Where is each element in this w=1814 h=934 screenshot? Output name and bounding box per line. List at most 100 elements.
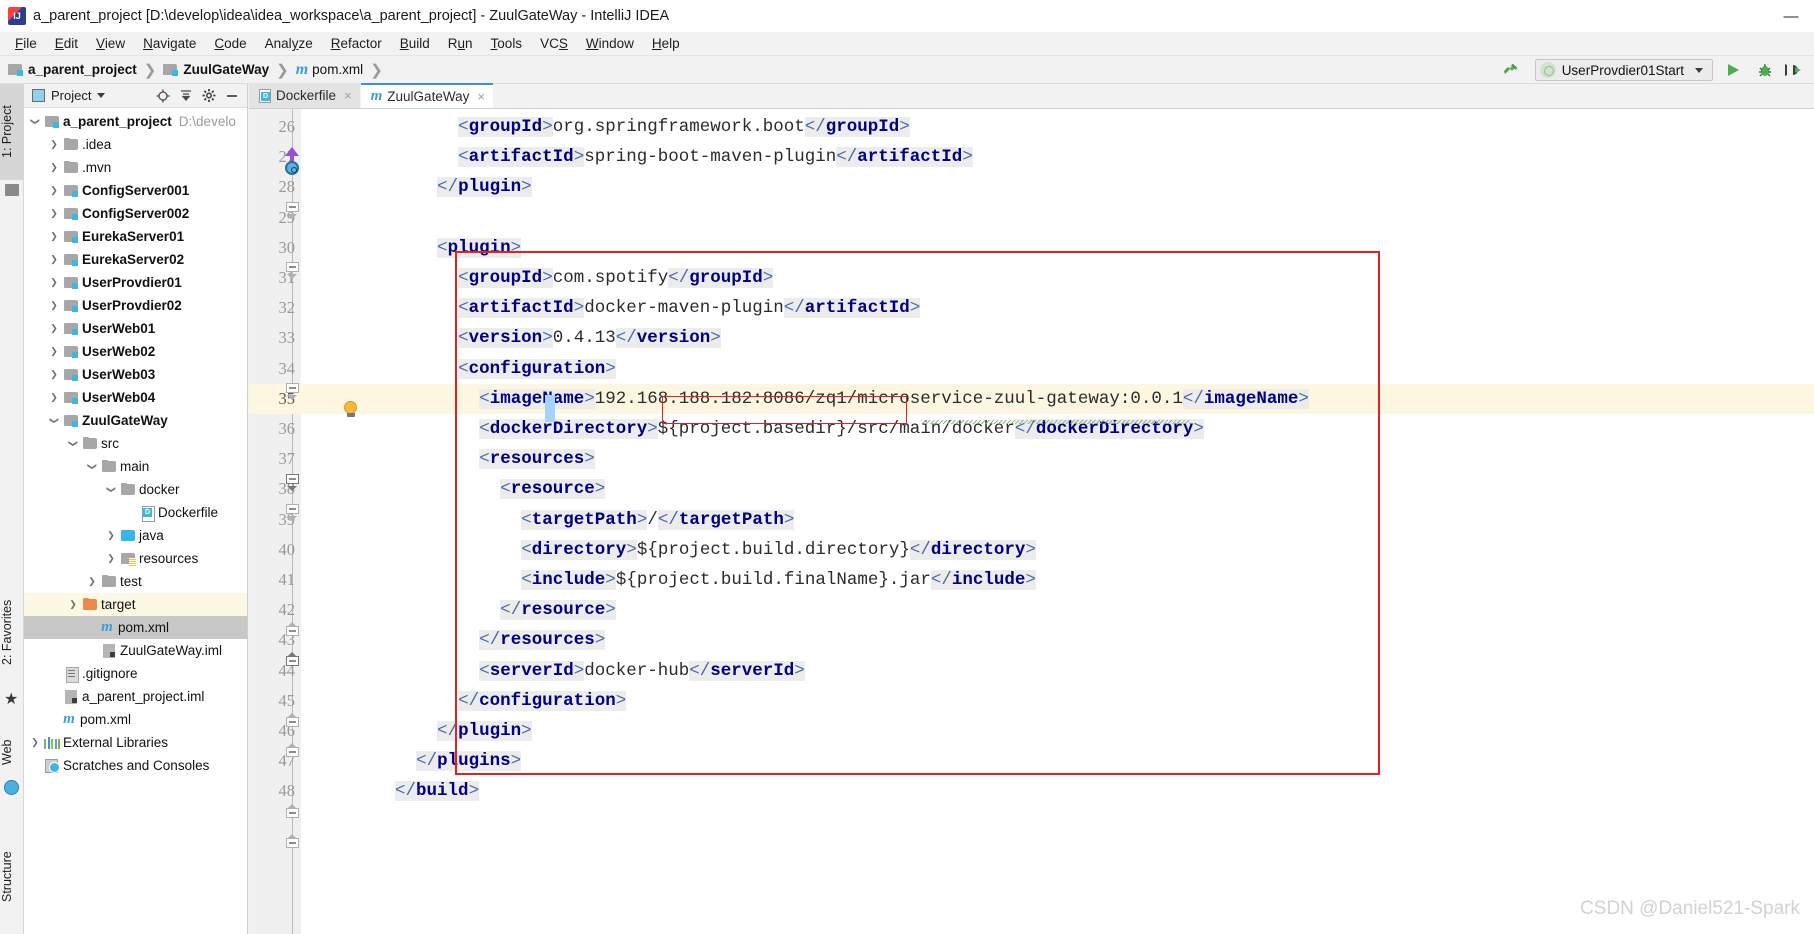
code-line-45[interactable]: </configuration> [458,686,627,716]
tree-twisty-right-icon[interactable] [47,230,61,244]
close-icon[interactable]: × [344,88,352,103]
tool-window-tab-web[interactable]: Web [0,724,24,780]
tree-node-pom-xml[interactable]: m pom.xml [24,708,247,731]
tree-twisty-right-icon[interactable] [47,322,61,336]
menu-item-window[interactable]: Window [577,34,643,53]
tree-node-userweb03[interactable]: UserWeb03 [24,363,247,386]
tree-node-resources[interactable]: resources [24,547,247,570]
code-line-43[interactable]: </resources> [479,625,606,655]
code-line-41[interactable]: <include>${project.build.finalName}.jar<… [521,565,1036,595]
code-line-44[interactable]: <serverId>docker-hub</serverId> [479,656,805,686]
code-line-27[interactable]: <artifactId>spring-boot-maven-plugin</ar… [458,142,973,172]
run-icon[interactable] [1719,62,1747,78]
menu-item-refactor[interactable]: Refactor [322,34,391,53]
menu-item-view[interactable]: View [87,34,134,53]
menu-item-code[interactable]: Code [205,34,255,53]
tool-window-tab-favorites[interactable]: 2: Favorites [0,576,24,688]
code-line-38[interactable]: <resource> [500,474,606,504]
tree-twisty-right-icon[interactable] [47,391,61,405]
tree-node-userweb02[interactable]: UserWeb02 [24,340,247,363]
run-with-coverage-icon[interactable] [1783,62,1808,78]
build-hammer-icon[interactable] [1501,60,1521,80]
tree-twisty-right-icon[interactable] [47,299,61,313]
tree-twisty-right-icon[interactable] [66,598,80,612]
code-line-48[interactable]: </build> [395,776,480,806]
code-line-28[interactable]: </plugin> [437,172,532,202]
tree-node-userprovdier02[interactable]: UserProvdier02 [24,294,247,317]
code-line-39[interactable]: <targetPath>/</targetPath> [521,505,795,535]
tree-node-zuulgateway[interactable]: ZuulGateWay [24,409,247,432]
code-line-37[interactable]: <resources> [479,444,595,474]
breadcrumb-item-0[interactable]: a_parent_project [8,62,137,77]
code-editor[interactable]: 26 27 28 29 30 31 32 33 34 35 36 37 38 39 40 41 42 43 44 45… [249,109,1814,934]
tree-twisty-right-icon[interactable] [104,552,118,566]
tree-node-a-parent-project-iml[interactable]: a_parent_project.iml [24,685,247,708]
menu-item-vcs[interactable]: VCS [531,34,577,53]
tree-twisty-right-icon[interactable] [47,207,61,221]
tree-node-src[interactable]: src [24,432,247,455]
collapse-all-icon[interactable] [179,89,193,103]
menu-item-tools[interactable]: Tools [482,34,532,53]
tree-twisty-down-icon[interactable] [104,483,118,497]
tree-twisty-down-icon[interactable] [85,460,99,474]
tree-node-eurekaserver02[interactable]: EurekaServer02 [24,248,247,271]
tree-twisty-right-icon[interactable] [28,736,42,750]
code-text-layer[interactable]: <groupId>org.springframework.boot</group… [249,109,1814,934]
tree-twisty-right-icon[interactable] [47,368,61,382]
scroll-from-source-icon[interactable] [156,89,170,103]
menu-item-analyze[interactable]: Analyze [256,34,322,53]
tree-twisty-right-icon[interactable] [47,253,61,267]
run-configuration-selector[interactable]: UserProvdier01Start [1534,59,1713,81]
tree-node-java[interactable]: java [24,524,247,547]
code-line-42[interactable]: </resource> [500,595,616,625]
tree-node-external-libraries[interactable]: External Libraries [24,731,247,754]
tree-node-docker[interactable]: docker [24,478,247,501]
code-line-26[interactable]: <groupId>org.springframework.boot</group… [458,112,910,142]
code-line-40[interactable]: <directory>${project.build.directory}</d… [521,535,1036,565]
code-line-31[interactable]: <groupId>com.spotify</groupId> [458,263,774,293]
tool-window-tab-structure[interactable]: Structure [0,829,24,924]
code-line-30[interactable]: <plugin> [437,233,522,263]
close-icon[interactable]: × [477,89,485,104]
tree-node-configserver001[interactable]: ConfigServer001 [24,179,247,202]
tree-node-userweb01[interactable]: UserWeb01 [24,317,247,340]
breadcrumb-item-1[interactable]: ZuulGateWay [163,62,269,77]
breadcrumb-item-2[interactable]: m pom.xml [296,61,363,79]
debug-icon[interactable] [1753,62,1777,78]
tree-node-target[interactable]: target [24,593,247,616]
hide-panel-icon[interactable] [225,89,239,103]
settings-gear-icon[interactable] [202,89,216,103]
code-line-33[interactable]: <version>0.4.13</version> [458,323,721,353]
menu-item-edit[interactable]: Edit [46,34,87,53]
code-line-32[interactable]: <artifactId>docker-maven-plugin</artifac… [458,293,921,323]
tree-node--idea[interactable]: .idea [24,133,247,156]
tree-twisty-down-icon[interactable] [47,414,61,428]
tree-node-main[interactable]: main [24,455,247,478]
tree-twisty-right-icon[interactable] [47,276,61,290]
tree-twisty-right-icon[interactable] [47,138,61,152]
tree-node-test[interactable]: test [24,570,247,593]
tree-twisty-right-icon[interactable] [104,529,118,543]
tree-node-dockerfile[interactable]: Dockerfile [24,501,247,524]
code-line-36[interactable]: <dockerDirectory>${project.basedir}/src/… [479,414,1204,444]
tree-twisty-right-icon[interactable] [47,161,61,175]
tool-window-tab-project[interactable]: 1: Project [0,84,24,180]
tree-node-configserver002[interactable]: ConfigServer002 [24,202,247,225]
tree-node-pom-xml[interactable]: m pom.xml [24,616,247,639]
project-view-dropdown-icon[interactable] [97,93,106,98]
tree-node-a-parent-project[interactable]: a_parent_project D:\develo [24,110,247,133]
tree-node-userprovdier01[interactable]: UserProvdier01 [24,271,247,294]
chevron-down-icon[interactable] [1695,67,1703,73]
tree-twisty-right-icon[interactable] [47,184,61,198]
tree-node--mvn[interactable]: .mvn [24,156,247,179]
menu-item-build[interactable]: Build [391,34,439,53]
menu-item-run[interactable]: Run [439,34,482,53]
menu-item-file[interactable]: File [6,34,46,53]
editor-tab-dockerfile[interactable]: D Dockerfile × [249,83,360,108]
tree-node-scratches-and-consoles[interactable]: Scratches and Consoles [24,754,247,777]
minimize-button[interactable]: — [1768,0,1814,32]
tree-twisty-down-icon[interactable] [66,437,80,451]
editor-tab-zuulgateway[interactable]: m ZuulGateWay × [360,83,493,108]
tree-twisty-right-icon[interactable] [85,575,99,589]
tree-node-eurekaserver01[interactable]: EurekaServer01 [24,225,247,248]
